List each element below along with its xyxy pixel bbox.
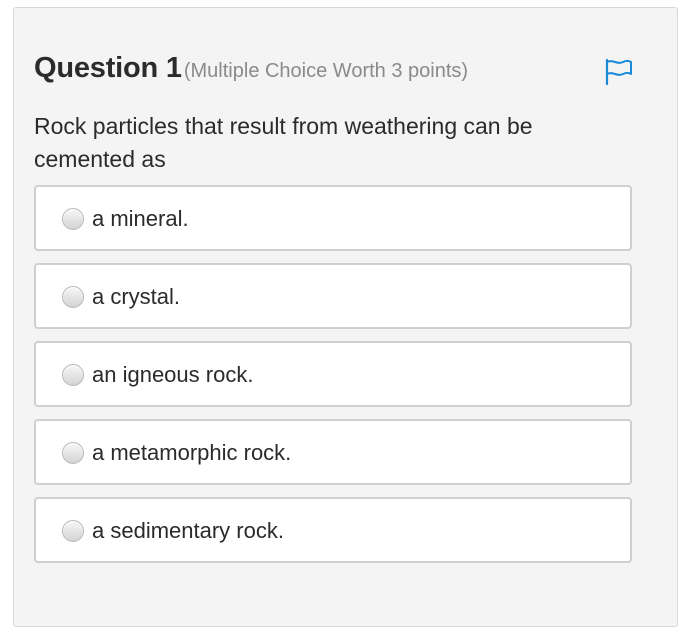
radio-button[interactable] <box>62 208 84 230</box>
answer-option-label: a mineral. <box>92 206 189 231</box>
question-prompt: Rock particles that result from weatheri… <box>34 113 533 172</box>
radio-button[interactable] <box>62 520 84 542</box>
answer-option-label: a metamorphic rock. <box>92 440 292 465</box>
answer-option-label: an igneous rock. <box>92 362 254 387</box>
question-title: Question 1 <box>34 52 182 84</box>
radio-button[interactable] <box>62 364 84 386</box>
answer-option-label: a sedimentary rock. <box>92 518 284 543</box>
question-header: Question 1 (Multiple Choice Worth 3 point… <box>34 52 634 92</box>
answer-option[interactable]: a mineral. <box>34 185 632 251</box>
answer-options: a mineral. a crystal. an igneous rock. a… <box>34 185 632 575</box>
answer-option-label: a crystal. <box>92 284 181 309</box>
flag-icon[interactable] <box>604 57 634 87</box>
answer-option[interactable]: a sedimentary rock. <box>34 497 632 563</box>
answer-option[interactable]: a crystal. <box>34 263 632 329</box>
question-meta: (Multiple Choice Worth 3 points) <box>183 60 469 82</box>
answer-option[interactable]: a metamorphic rock. <box>34 419 632 485</box>
radio-button[interactable] <box>62 286 84 308</box>
answer-option[interactable]: an igneous rock. <box>34 341 632 407</box>
radio-button[interactable] <box>62 442 84 464</box>
